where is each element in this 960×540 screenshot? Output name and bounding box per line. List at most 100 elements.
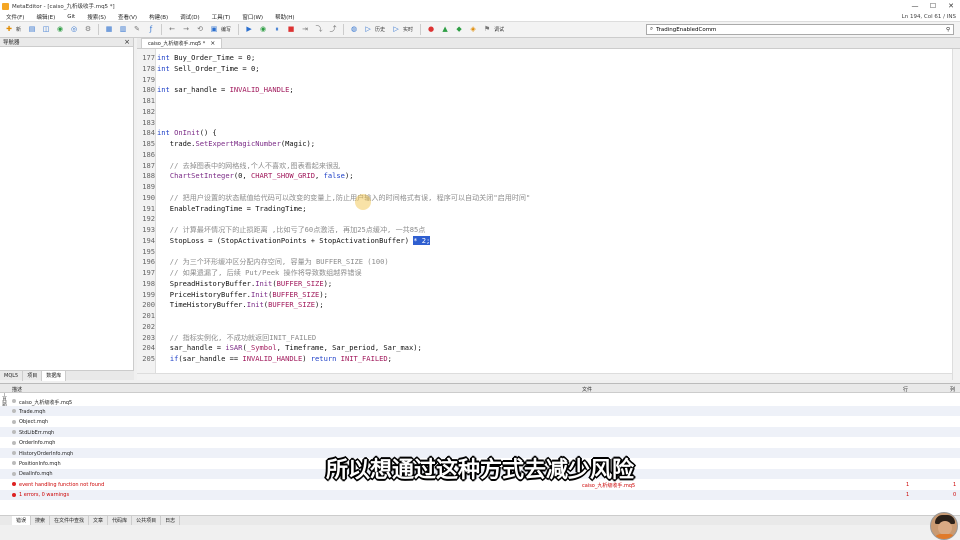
tab-articles[interactable]: 文章 — [89, 515, 109, 526]
debug-icon[interactable]: ⚑ — [482, 24, 493, 35]
new-file-icon[interactable]: ✚ — [4, 24, 15, 35]
error-column: 0 — [953, 492, 957, 499]
code-line[interactable]: // 把用户设置的状态赋值给代码可以改变的变量上,防止用户输入的时间格式有误, … — [157, 193, 531, 203]
step-icon[interactable]: ⇥ — [300, 24, 311, 35]
run-icon[interactable]: ◉ — [258, 24, 269, 35]
code-line[interactable]: // 为三个环形缓冲区分配内存空间, 容量为 BUFFER_SIZE (100) — [157, 257, 389, 267]
search-input[interactable] — [656, 26, 946, 33]
menu-edit[interactable]: 编辑(E) — [30, 13, 61, 21]
debug-label[interactable]: 调试 — [494, 26, 504, 33]
code-line[interactable]: // 计算最坏情况下的止损距离 ,比如亏了60点激活, 再加25点缓冲, 一共8… — [157, 225, 426, 235]
horizontal-scrollbar[interactable] — [137, 373, 952, 380]
code-line[interactable]: EnableTradingTime = TradingTime; — [157, 204, 307, 213]
compile-label[interactable]: 编写 — [221, 26, 231, 33]
start-debug-icon[interactable]: ▶ — [244, 24, 255, 35]
menu-help[interactable]: 帮助(H) — [269, 13, 300, 21]
tab-code-base[interactable]: 代码库 — [108, 515, 133, 526]
bookmark-icon[interactable]: ✎ — [132, 24, 143, 35]
column-file[interactable]: 文件 — [582, 386, 592, 393]
maximize-button[interactable]: ☐ — [924, 2, 942, 10]
pause-icon[interactable]: ⏸ — [272, 24, 283, 35]
code-line[interactable]: PriceHistoryBuffer.Init(BUFFER_SIZE); — [157, 290, 328, 299]
tab-errors[interactable]: 错误 — [12, 515, 32, 526]
menu-view[interactable]: 查看(V) — [112, 13, 143, 21]
menu-build[interactable]: 构建(B) — [143, 13, 174, 21]
column-description[interactable]: 描述 — [12, 386, 22, 393]
tab-search[interactable]: 搜索 — [31, 515, 51, 526]
code-line[interactable]: int OnInit() { — [157, 128, 217, 137]
menu-debug[interactable]: 调试(D) — [174, 13, 206, 21]
cloud-icon[interactable]: ◈ — [468, 24, 479, 35]
minimize-button[interactable]: — — [906, 2, 924, 10]
tab-find-in-files[interactable]: 在文件中查找 — [50, 515, 90, 526]
tab-public-projects[interactable]: 公共项目 — [132, 515, 162, 526]
step-out-icon[interactable]: ⤴ — [328, 24, 339, 35]
stop-icon[interactable]: ■ — [286, 24, 297, 35]
file-row[interactable]: OrderInfo.mqh — [0, 438, 960, 448]
code-line[interactable]: ChartSetInteger(0, CHART_SHOW_GRID, fals… — [157, 171, 354, 180]
new-file-label[interactable]: 新 — [16, 26, 21, 33]
code-line[interactable]: int sar_handle = INVALID_HANDLE; — [157, 85, 294, 94]
panel-layout-icon[interactable]: ▦ — [104, 24, 115, 35]
navigator-toggle-icon[interactable]: ◉ — [55, 24, 66, 35]
close-icon[interactable]: × — [124, 38, 130, 46]
close-window-button[interactable]: ✕ — [942, 2, 960, 10]
menu-file[interactable]: 文件(F) — [0, 13, 30, 21]
function-list-icon[interactable]: ƒ — [146, 24, 157, 35]
file-row[interactable]: caiso_九析级收手.mq5 — [0, 396, 960, 406]
forward-arrow-icon[interactable]: → — [181, 24, 192, 35]
code-line[interactable]: trade.SetExpertMagicNumber(Magic); — [157, 139, 315, 148]
refresh-icon[interactable]: ⟲ — [195, 24, 206, 35]
globe-icon[interactable]: ◍ — [349, 24, 360, 35]
code-line[interactable]: sar_handle = iSAR(_Symbol, Timeframe, Sa… — [157, 343, 422, 352]
tab-project[interactable]: 项目 — [23, 370, 43, 381]
file-row[interactable]: StdLibErr.mqh — [0, 427, 960, 438]
history-label[interactable]: 历史 — [375, 26, 385, 33]
chart-icon[interactable]: ▲ — [440, 24, 451, 35]
column-column[interactable]: 列 — [950, 386, 955, 393]
settings-icon[interactable]: ⚙ — [83, 24, 94, 35]
menu-git[interactable]: Git — [61, 14, 81, 20]
tab-database[interactable]: 数据库 — [42, 370, 67, 381]
error-summary-row[interactable]: 1 errors, 0 warnings 1 0 — [0, 489, 960, 500]
menu-window[interactable]: 窗口(W) — [236, 13, 269, 21]
tab-journal[interactable]: 日志 — [161, 515, 181, 526]
menu-tools[interactable]: 工具(T) — [206, 13, 237, 21]
search-icon: ⌕ — [650, 26, 654, 32]
tab-source-file[interactable]: caiso_九析级收手.mq5 * × — [141, 38, 223, 48]
split-view-icon[interactable]: ▥ — [118, 24, 129, 35]
back-arrow-icon[interactable]: ← — [167, 24, 178, 35]
menu-search[interactable]: 搜索(S) — [81, 13, 112, 21]
column-line[interactable]: 行 — [903, 386, 908, 393]
avatar-face — [938, 521, 952, 535]
tab-mql5[interactable]: MQL5 — [0, 370, 24, 381]
code-line[interactable]: int Sell_Order_Time = 0; — [157, 64, 260, 73]
realtime-label[interactable]: 实时 — [403, 26, 413, 33]
vertical-scrollbar[interactable] — [952, 49, 960, 380]
code-line[interactable]: // 去掉图表中的网格线,个人不喜欢,图表看起来很乱 — [157, 161, 340, 171]
code-line[interactable]: SpreadHistoryBuffer.Init(BUFFER_SIZE); — [157, 279, 332, 288]
code-line[interactable]: // 如果遗漏了, 后续 Put/Peek 操作将导致数组越界错误 — [157, 268, 362, 278]
step-over-icon[interactable]: ⤵ — [314, 24, 325, 35]
realtime-icon[interactable]: ▷ — [391, 24, 402, 35]
line-number: 202 — [142, 321, 155, 331]
profile-icon[interactable]: ◆ — [454, 24, 465, 35]
code-line[interactable]: if(sar_handle == INVALID_HANDLE) return … — [157, 354, 392, 363]
magnifier-icon[interactable]: ⚲ — [946, 27, 950, 33]
code-line[interactable]: // 指标实例化, 不成功就返回INIT_FAILED — [157, 333, 316, 343]
code-area[interactable]: 177 int Buy_Order_Time = 0; 178 int Sell_Or… — [137, 49, 960, 373]
toolbox-toggle-icon[interactable]: ◎ — [69, 24, 80, 35]
code-line[interactable]: int Buy_Order_Time = 0; — [157, 53, 255, 62]
open-folder-icon[interactable]: ▤ — [27, 24, 38, 35]
save-icon[interactable]: ◫ — [41, 24, 52, 35]
close-icon[interactable]: × — [210, 40, 215, 47]
file-row[interactable]: Object.mqh — [0, 417, 960, 427]
code-line[interactable]: TimeHistoryBuffer.Init(BUFFER_SIZE); — [157, 300, 324, 309]
file-row[interactable]: Trade.mqh — [0, 406, 960, 417]
search-box[interactable]: ⌕ ⚲ — [646, 24, 954, 35]
code-line[interactable]: StopLoss = (StopActivationPoints + StopA… — [157, 235, 431, 245]
history-icon[interactable]: ▷ — [363, 24, 374, 35]
compile-icon[interactable]: ▣ — [209, 24, 220, 35]
breakpoint-icon[interactable]: ● — [426, 24, 437, 35]
menu-bar: 文件(F) 编辑(E) Git 搜索(S) 查看(V) 构建(B) 调试(D) … — [0, 12, 960, 22]
